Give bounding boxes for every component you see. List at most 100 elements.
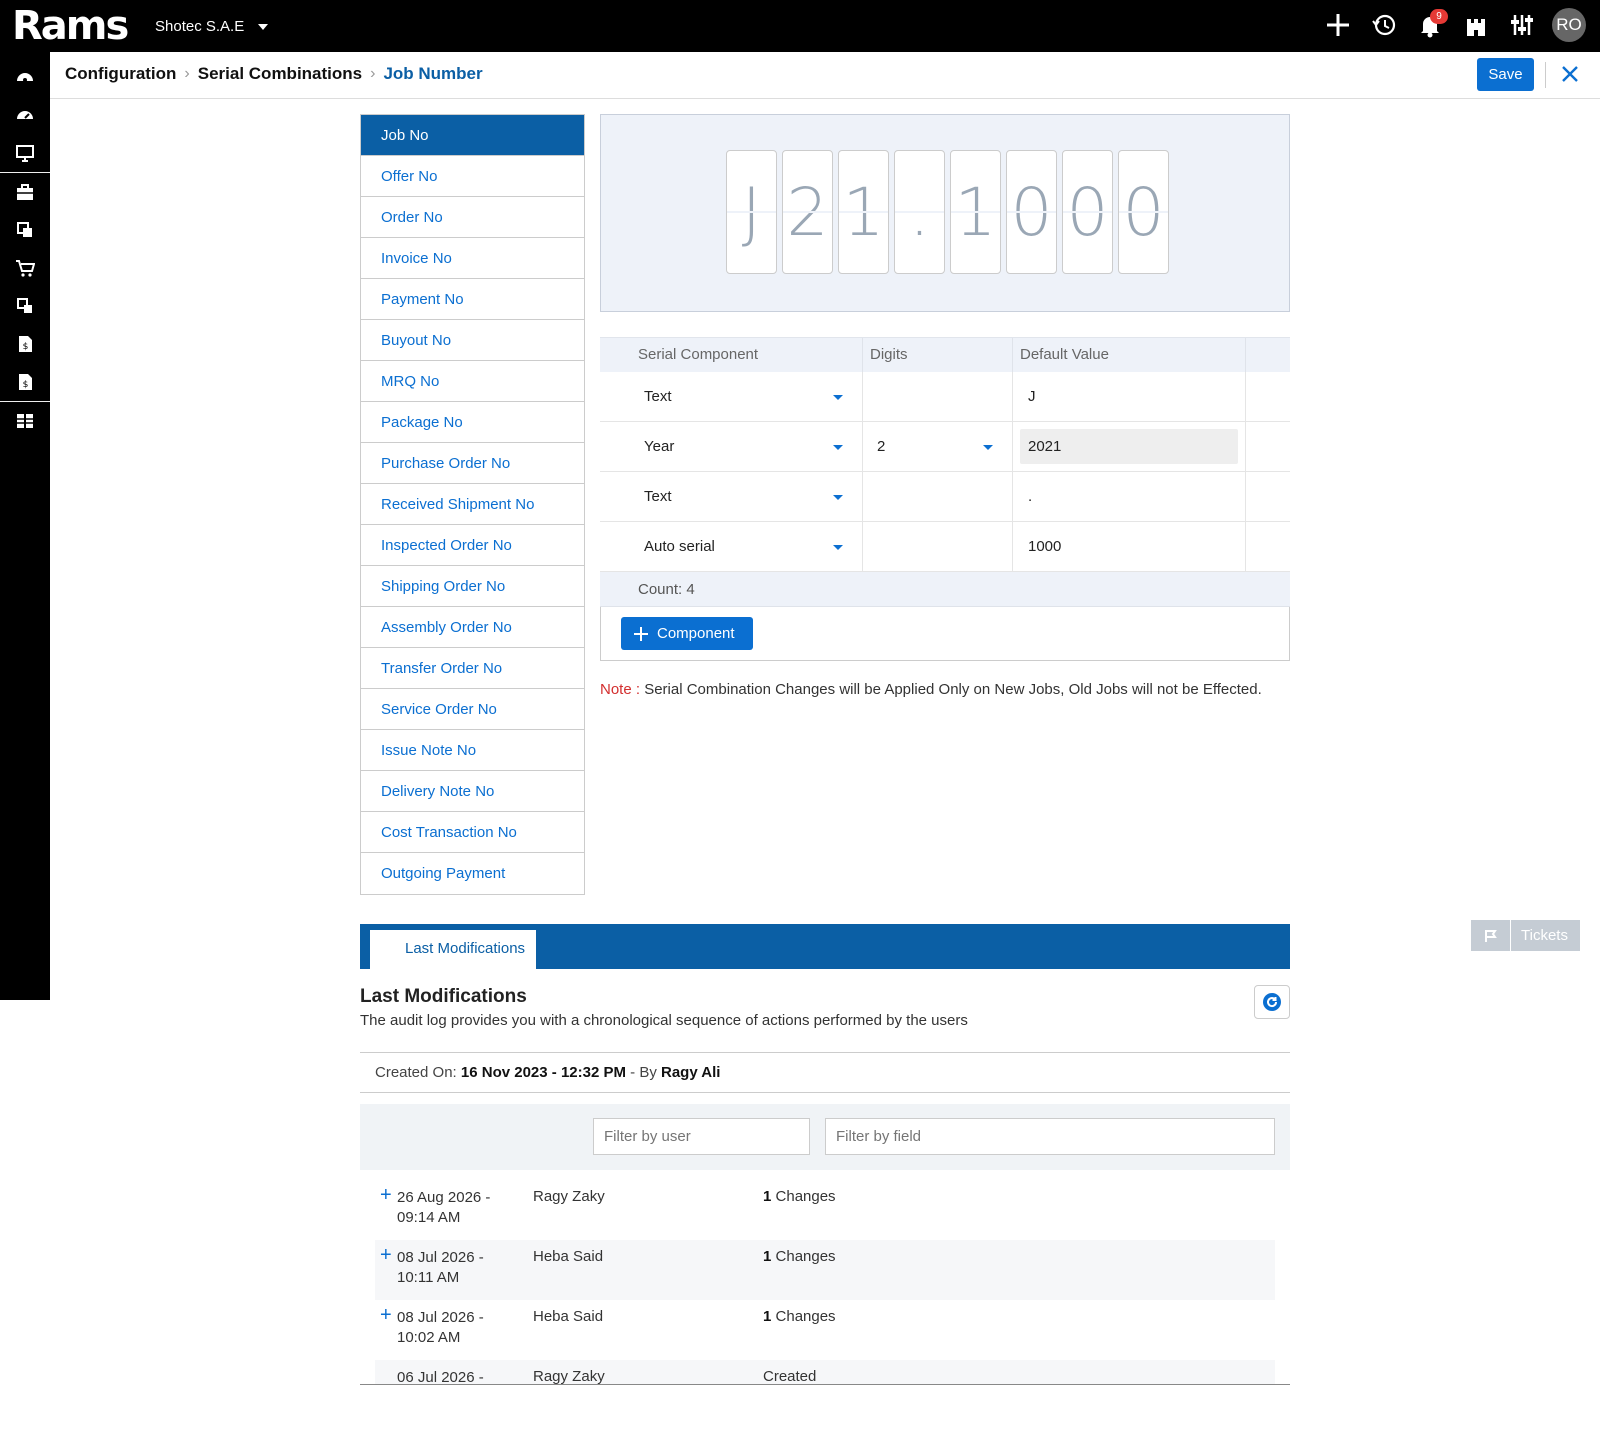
top-bar: Rams Shotec S.A.E 9 RO [0,0,1600,52]
close-icon[interactable] [1554,58,1586,90]
transfer-icon[interactable] [0,287,50,325]
serial-item-service-order-no[interactable]: Service Order No [361,689,584,730]
serial-item-delivery-note-no[interactable]: Delivery Note No [361,771,584,812]
history-icon[interactable] [1368,8,1400,42]
serial-item-received-shipment-no[interactable]: Received Shipment No [361,484,584,525]
flag-icon [1471,920,1511,951]
briefcase-icon[interactable] [0,173,50,211]
expand-icon[interactable]: + [380,1245,392,1265]
sliders-icon[interactable] [1506,8,1538,42]
entry-user: Ragy Zaky [533,1188,605,1205]
default-value-input[interactable]: 1000 [1020,538,1238,555]
tickets-button[interactable]: Tickets [1471,920,1580,951]
entry-user: Ragy Zaky [533,1368,605,1385]
serial-components-table: Serial Component Digits Default Value Te… [600,337,1290,661]
svg-text:$: $ [23,380,29,390]
last-modifications-title: Last Modifications [360,986,527,1007]
default-value-input[interactable]: J [1020,388,1238,405]
header-divider [1545,62,1546,88]
caret-down-icon [833,495,843,500]
list-item: 06 Jul 2026 - Ragy Zaky Created [375,1360,1275,1385]
preview-character: 0 [1062,150,1113,274]
preview-character: 2 [782,150,833,274]
monitor-icon[interactable] [0,134,50,172]
component-select[interactable]: Text [600,372,863,421]
preview-character: . [894,150,945,274]
created-info: Created On: 16 Nov 2023 - 12:32 PM - By … [360,1052,1290,1093]
serial-item-purchase-order-no[interactable]: Purchase Order No [361,443,584,484]
entry-changes: Created [763,1368,816,1385]
serial-item-order-no[interactable]: Order No [361,197,584,238]
plus-icon[interactable] [1322,8,1354,42]
serial-item-invoice-no[interactable]: Invoice No [361,238,584,279]
entry-change-label: Changes [775,1188,836,1205]
add-component-button[interactable]: Component [621,617,753,650]
breadcrumb-configuration[interactable]: Configuration [65,64,176,84]
serial-item-package-no[interactable]: Package No [361,402,584,443]
component-select[interactable]: Year [600,422,863,471]
chevron-down-icon [258,24,269,31]
caret-down-icon [833,545,843,550]
serial-item-outgoing-payment[interactable]: Outgoing Payment [361,853,584,894]
serial-item-shipping-order-no[interactable]: Shipping Order No [361,566,584,607]
serial-item-cost-transaction-no[interactable]: Cost Transaction No [361,812,584,853]
component-select[interactable]: Text [600,472,863,521]
component-select[interactable]: Auto serial [600,522,863,571]
serial-item-offer-no[interactable]: Offer No [361,156,584,197]
serial-item-payment-no[interactable]: Payment No [361,279,584,320]
avatar[interactable]: RO [1552,8,1586,42]
default-value-input[interactable]: . [1020,488,1238,505]
list-item[interactable]: + 26 Aug 2026 - 09:14 AM Ragy Zaky 1 Chan… [375,1180,1275,1240]
entry-date: 26 Aug 2026 - 09:14 AM [397,1188,507,1228]
expand-icon[interactable]: + [380,1305,392,1325]
serial-item-transfer-order-no[interactable]: Transfer Order No [361,648,584,689]
default-value-readonly: 2021 [1020,429,1238,464]
serial-item-buyout-no[interactable]: Buyout No [361,320,584,361]
table-row: Text . [600,472,1290,522]
copy-icon[interactable] [0,211,50,249]
list-item[interactable]: + 08 Jul 2026 - 10:02 AM Heba Said 1 Chan… [375,1300,1275,1360]
header-actions [1246,338,1290,372]
filter-field-input[interactable] [825,1118,1275,1155]
caret-down-icon [983,445,993,450]
breadcrumb-serial-combinations[interactable]: Serial Combinations [198,64,362,84]
company-selector[interactable]: Shotec S.A.E [155,18,269,35]
caret-down-icon [833,395,843,400]
preview-character: 0 [1006,150,1057,274]
castle-icon[interactable] [1460,8,1492,42]
entry-change-label: Created [763,1368,817,1385]
svg-text:$: $ [23,342,29,352]
dashboard-icon[interactable] [0,58,50,96]
breadcrumb: Configuration › Serial Combinations › Jo… [65,64,483,84]
tickets-label: Tickets [1521,927,1568,944]
component-select-value: Text [644,488,672,505]
invoice-dollar-icon[interactable]: $ [0,325,50,363]
app-logo[interactable]: Rams [12,4,129,48]
left-rail: $ $ [0,52,50,1000]
created-date: 16 Nov 2023 - 12:32 PM [460,1064,626,1081]
refresh-button[interactable] [1254,985,1290,1019]
report-grid-icon[interactable] [0,402,50,440]
filter-user-input[interactable] [593,1118,810,1155]
payment-dollar-icon[interactable]: $ [0,363,50,401]
serial-item-assembly-order-no[interactable]: Assembly Order No [361,607,584,648]
serial-preview-digits: J 2 1 . 1 0 0 0 [726,150,1169,274]
dashboard-alt-icon[interactable] [0,96,50,134]
serial-item-issue-note-no[interactable]: Issue Note No [361,730,584,771]
serial-item-inspected-order-no[interactable]: Inspected Order No [361,525,584,566]
preview-character: 1 [838,150,889,274]
save-button[interactable]: Save [1477,58,1534,91]
cart-icon[interactable] [0,249,50,287]
header-serial-component: Serial Component [600,338,863,372]
table-row: Year 2 2021 [600,422,1290,472]
entry-date-line1: 26 Aug 2026 - [397,1189,491,1206]
bell-icon[interactable]: 9 [1414,8,1448,42]
digits-select[interactable]: 2 [863,422,1013,471]
list-item[interactable]: + 08 Jul 2026 - 10:11 AM Heba Said 1 Chan… [375,1240,1275,1300]
created-prefix: Created On: [375,1064,457,1081]
tab-last-modifications[interactable]: Last Modifications [370,930,536,969]
serial-item-mrq-no[interactable]: MRQ No [361,361,584,402]
expand-icon[interactable]: + [380,1185,392,1205]
serial-item-job-no[interactable]: Job No [361,115,584,156]
company-name: Shotec S.A.E [155,18,245,35]
